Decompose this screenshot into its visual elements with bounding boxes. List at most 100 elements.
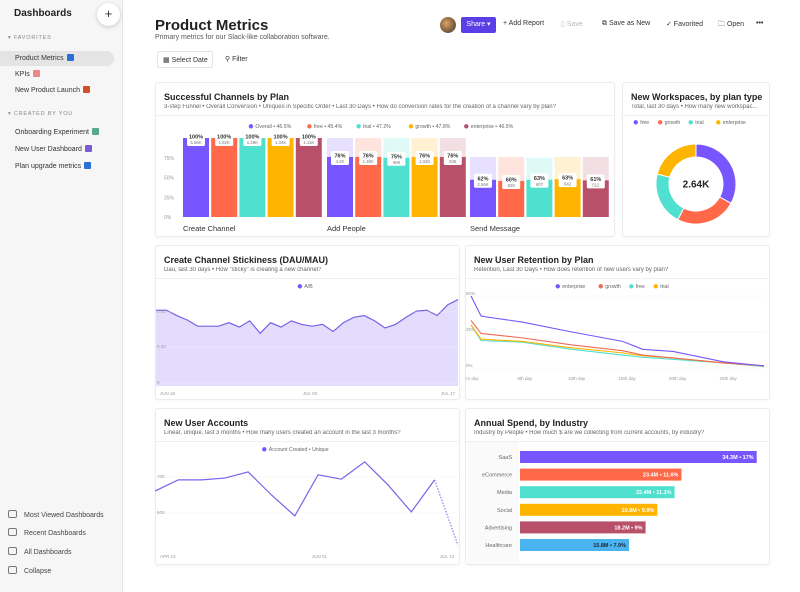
- y-tick-label: 0.20: [157, 344, 166, 349]
- legend-label: free: [636, 284, 645, 290]
- legend-label: free • 45.4%: [314, 124, 343, 130]
- donut-slice: [677, 196, 732, 225]
- bar-count: 512: [592, 183, 600, 188]
- bar-value-label: 15.8M • 7.9%: [593, 543, 626, 549]
- category-label: Social: [497, 508, 512, 514]
- legend-dot: [356, 124, 361, 129]
- legend-dot: [555, 284, 560, 289]
- y-tick-label: 700: [157, 474, 165, 479]
- legend-dot: [633, 120, 638, 125]
- bar-count: 1.34K: [275, 140, 286, 145]
- legend-dot: [653, 284, 658, 289]
- y-tick-label: 0.40: [157, 309, 166, 314]
- funnel-bar: [439, 156, 466, 217]
- funnel-bar: [355, 156, 382, 217]
- bar-count: 607: [536, 182, 544, 187]
- funnel-bar: [183, 138, 209, 217]
- x-tick-label: JUL 03: [303, 391, 318, 396]
- legend-dot: [688, 120, 693, 125]
- legend-dot: [297, 284, 303, 289]
- x-tick-label: JUL 13: [440, 554, 455, 559]
- accounts-line: [154, 461, 436, 517]
- x-tick-label: JUN 01: [312, 554, 328, 559]
- legend-dot: [408, 124, 414, 129]
- donut-center-value: 2.64K: [683, 180, 710, 191]
- bar-count: 1.02K: [419, 159, 430, 164]
- bar-count: 828: [508, 183, 516, 188]
- bar-value-label: 34.3M • 17%: [722, 455, 753, 461]
- legend-dot: [716, 120, 721, 125]
- x-tick-label: 10th day: [568, 376, 586, 381]
- legend-dot: [598, 284, 603, 289]
- x-tick-label: 25th day: [720, 376, 738, 381]
- legend-label: trial: [695, 120, 703, 126]
- x-tick-label: JUN 18: [160, 391, 176, 396]
- y-tick-label: 75%: [164, 156, 175, 162]
- bar-count: 4.2K: [336, 159, 345, 164]
- y-tick-label: 50%: [466, 291, 475, 296]
- legend-label: trial: [660, 284, 668, 290]
- bar-count: 845: [449, 159, 457, 164]
- bar-count: 5.56K: [190, 140, 201, 145]
- legend-label: Overall • 46.5%: [255, 124, 291, 130]
- y-tick-label: 0%: [164, 215, 172, 221]
- legend-label: trial • 47.2%: [363, 124, 391, 130]
- legend-label: free: [640, 120, 649, 126]
- retention-line-free: [470, 324, 764, 368]
- funnel-bar: [295, 138, 322, 217]
- funnel-bar: [327, 156, 353, 217]
- legend-dot: [629, 284, 634, 289]
- legend-dot: [464, 124, 469, 129]
- bar-value-label: 18.2M • 9%: [614, 525, 642, 531]
- y-tick-label: 50%: [164, 176, 175, 182]
- legend-dot: [262, 447, 267, 452]
- bar-value-label: 19.9M • 9.9%: [621, 508, 654, 514]
- x-tick-label: APR 13: [160, 554, 176, 559]
- legend-dot: [657, 120, 663, 125]
- step-label: Create Channel: [183, 224, 236, 233]
- x-tick-label: 15th day: [619, 376, 637, 381]
- donut-slice: [655, 173, 685, 221]
- x-tick-label: <1 day: [465, 376, 479, 381]
- x-tick-label: JUL 17: [441, 391, 456, 396]
- bar-count: 1.28K: [247, 140, 258, 145]
- bar-count: 1.82K: [219, 140, 230, 145]
- funnel-bar: [267, 138, 294, 217]
- retention-line-growth: [470, 320, 764, 367]
- y-tick-label: 600: [157, 510, 165, 515]
- funnel-bar: [239, 138, 266, 217]
- funnel-bar: [211, 138, 238, 217]
- step-label: Add People: [327, 224, 366, 233]
- retention-line-trial: [470, 324, 764, 367]
- category-label: Healthcare: [485, 543, 512, 549]
- legend-label: enterprise: [723, 120, 746, 126]
- y-tick-label: 25%: [164, 195, 175, 201]
- charts-layer: Overall • 46.5% free • 45.4% trial • 47.2%…: [154, 120, 765, 564]
- category-label: SaaS: [499, 455, 513, 461]
- category-label: Advertising: [485, 525, 512, 531]
- legend-label: A/B: [304, 284, 313, 290]
- area-fill: [156, 299, 458, 386]
- legend-dot: [248, 124, 254, 129]
- y-tick-label: 0%: [466, 363, 473, 368]
- x-tick-label: 5th day: [518, 376, 534, 381]
- bar-value-label: 23.4M • 11.6%: [643, 473, 679, 479]
- legend-label: Account Created • Unique: [269, 447, 329, 453]
- accounts-projected-line: [434, 479, 459, 546]
- bar-value-label: 22.4M • 11.1%: [636, 490, 672, 496]
- bar-count: 959: [393, 160, 401, 165]
- funnel-bar: [411, 156, 438, 217]
- legend-label: growth: [665, 120, 681, 126]
- category-label: eCommerce: [482, 473, 512, 479]
- bar-count: 1.11K: [303, 140, 314, 145]
- step-label: Send Message: [470, 224, 520, 233]
- legend-label: growth • 47.8%: [415, 124, 450, 130]
- legend-label: growth: [605, 284, 621, 290]
- retention-line-enterprise: [470, 295, 764, 367]
- legend-label: enterprise: [562, 284, 585, 290]
- donut-slice: [695, 143, 737, 204]
- spend-bar: [520, 451, 757, 463]
- donut-slice: [656, 143, 697, 178]
- category-label: Media: [497, 490, 513, 496]
- funnel-bar: [383, 157, 410, 217]
